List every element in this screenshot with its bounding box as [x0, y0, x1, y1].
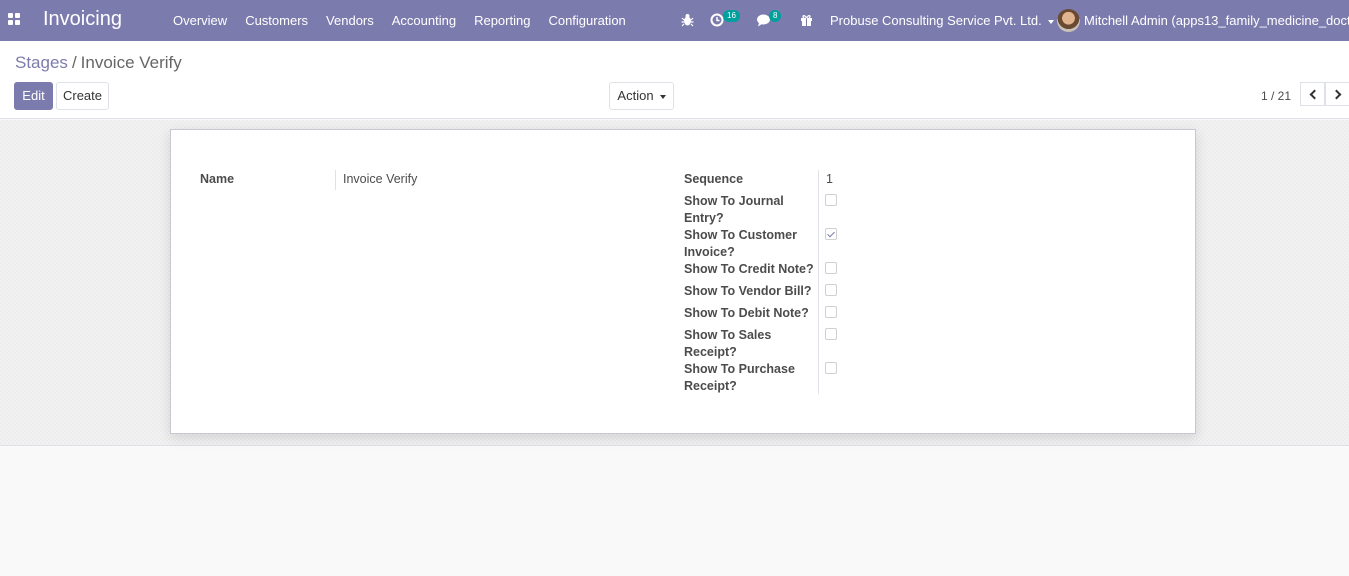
show-to-purchase-receipt-label: Show To Purchase Receipt? [684, 362, 795, 393]
field-divider [335, 170, 336, 190]
pager-value[interactable]: 1 / 21 [1261, 89, 1291, 103]
breadcrumb-current: Invoice Verify [80, 53, 182, 72]
menu-reporting[interactable]: Reporting [474, 13, 530, 28]
show-to-customer-invoice-checkbox [825, 228, 837, 240]
show-to-sales-receipt-label: Show To Sales Receipt? [684, 328, 772, 359]
show-to-credit-note-checkbox [825, 262, 837, 274]
control-panel: Stages / Invoice Verify Edit Create Action… [0, 41, 1349, 119]
top-navbar: Invoicing Overview Customers Vendors Acc… [0, 0, 1349, 41]
chevron-left-icon [1309, 89, 1319, 99]
user-avatar[interactable] [1057, 9, 1080, 32]
show-to-debit-note-label: Show To Debit Note? [684, 306, 809, 320]
show-to-debit-note-checkbox [825, 306, 837, 318]
menu-vendors[interactable]: Vendors [326, 13, 374, 28]
pager-next-button[interactable] [1325, 82, 1349, 106]
name-field: Invoice Verify [343, 172, 418, 186]
activity-clock-icon[interactable] [710, 13, 724, 27]
show-to-journal-entry-checkbox [825, 194, 837, 206]
breadcrumb-parent[interactable]: Stages [15, 53, 68, 72]
user-name: Mitchell Admin (apps13_family_medicine_d… [1084, 13, 1349, 28]
show-to-customer-invoice-label: Show To Customer Invoice? [684, 228, 797, 259]
form-sheet: Name Invoice Verify Sequence 1 Show To J… [170, 129, 1196, 434]
menu-accounting[interactable]: Accounting [392, 13, 456, 28]
breadcrumb: Stages / Invoice Verify [15, 53, 182, 73]
chevron-right-icon [1331, 89, 1341, 99]
chevron-down-icon [1047, 19, 1054, 24]
action-label: Action [617, 88, 654, 103]
show-to-credit-note-label: Show To Credit Note? [684, 262, 814, 276]
show-to-purchase-receipt-checkbox [825, 362, 837, 374]
pager-previous-button[interactable] [1300, 82, 1325, 106]
user-menu[interactable]: Mitchell Admin (apps13_family_medicine_d… [1084, 13, 1349, 28]
messages-count-badge: 8 [769, 10, 782, 22]
chevron-down-icon [659, 94, 666, 99]
menu-customers[interactable]: Customers [245, 13, 308, 28]
show-to-vendor-bill-checkbox [825, 284, 837, 296]
create-button[interactable]: Create [56, 82, 109, 110]
company-switcher[interactable]: Probuse Consulting Service Pvt. Ltd. [830, 13, 1054, 28]
gift-icon[interactable] [800, 13, 813, 27]
company-name: Probuse Consulting Service Pvt. Ltd. [830, 13, 1042, 28]
sequence-label: Sequence [684, 172, 744, 186]
apps-menu-icon[interactable] [8, 13, 22, 27]
menu-overview[interactable]: Overview [173, 13, 227, 28]
show-to-vendor-bill-label: Show To Vendor Bill? [684, 284, 812, 298]
activity-count-badge: 16 [723, 10, 740, 22]
show-to-journal-entry-label: Show To Journal Entry? [684, 194, 784, 225]
main-menu: Overview Customers Vendors Accounting Re… [173, 13, 644, 28]
breadcrumb-separator: / [71, 53, 77, 72]
field-divider [818, 170, 819, 394]
show-to-sales-receipt-checkbox [825, 328, 837, 340]
sequence-field: 1 [826, 172, 833, 186]
edit-button[interactable]: Edit [14, 82, 53, 110]
menu-configuration[interactable]: Configuration [548, 13, 625, 28]
app-title[interactable]: Invoicing [43, 8, 122, 31]
action-dropdown-button[interactable]: Action [609, 82, 674, 110]
debug-bug-icon[interactable] [681, 13, 694, 27]
name-label: Name [200, 172, 235, 186]
